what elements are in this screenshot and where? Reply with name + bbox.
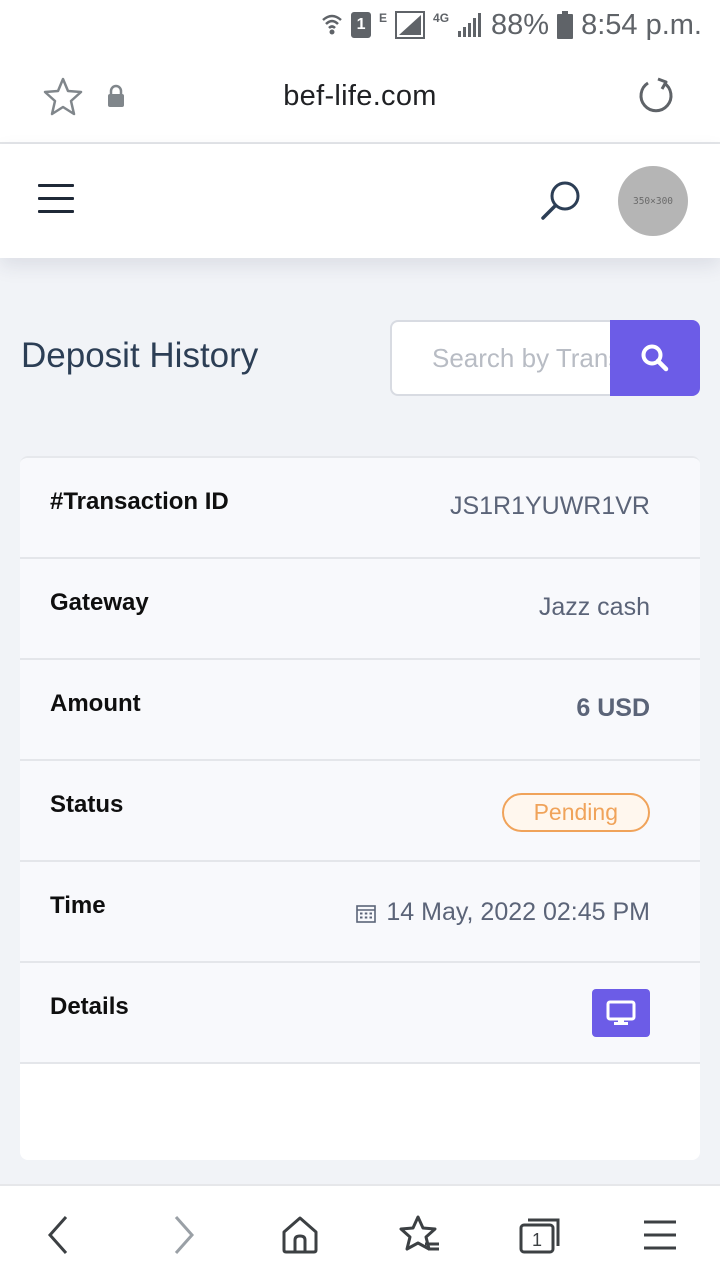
table-row: Amount 6 USD (20, 660, 700, 761)
back-icon[interactable] (44, 1214, 74, 1261)
wifi-call-icon (321, 12, 343, 38)
table-row: #Transaction ID JS1R1YUWR1VR (20, 458, 700, 559)
url-display[interactable]: bef-life.com (0, 80, 720, 113)
status-badge: Pending (501, 793, 650, 832)
search-icon[interactable] (538, 178, 584, 229)
battery-percent: 88% (491, 8, 550, 41)
forward-icon[interactable] (168, 1214, 198, 1261)
tab-count: 1 (532, 1230, 542, 1250)
details-button[interactable] (592, 989, 650, 1037)
site-header: 350×300 (0, 144, 720, 258)
browser-address-bar: bef-life.com (0, 50, 720, 144)
gateway-label: Gateway (50, 589, 149, 616)
search-input[interactable] (390, 320, 610, 396)
battery-icon (557, 11, 574, 39)
monitor-icon (606, 1000, 636, 1025)
time-value-wrap: 14 May, 2022 02:45 PM (356, 898, 650, 927)
transaction-search (390, 320, 700, 396)
amount-label: Amount (50, 690, 141, 717)
table-row: Time 14 May, 2022 02:45 PM (20, 862, 700, 963)
time-value: 14 May, 2022 02:45 PM (386, 898, 650, 926)
table-row: Status Pending (20, 761, 700, 862)
sim-indicator: 1 (351, 12, 372, 38)
network-4g-label: 4G (433, 11, 450, 25)
signal-icon (395, 11, 426, 39)
gateway-value: Jazz cash (538, 593, 650, 621)
status-bar: 1 E 4G 88% 8:54 p.m. (0, 0, 720, 50)
transaction-id-label: #Transaction ID (50, 488, 229, 515)
avatar[interactable]: 350×300 (618, 166, 688, 236)
reload-icon[interactable] (636, 76, 676, 121)
search-button[interactable] (610, 320, 700, 396)
menu-icon[interactable] (642, 1214, 678, 1261)
clock: 8:54 p.m. (581, 8, 702, 41)
browser-bottom-nav: 1 (0, 1184, 720, 1280)
details-label: Details (50, 993, 129, 1020)
amount-value: 6 USD (576, 694, 650, 722)
table-row: Gateway Jazz cash (20, 559, 700, 660)
bookmarks-icon[interactable] (398, 1214, 442, 1261)
signal-bars-icon (457, 13, 483, 37)
hamburger-icon[interactable] (38, 184, 74, 214)
home-icon[interactable] (280, 1214, 320, 1261)
deposit-card: #Transaction ID JS1R1YUWR1VR Gateway Jaz… (20, 456, 700, 1160)
network-e-label: E (379, 11, 388, 25)
status-label: Status (50, 791, 124, 818)
tabs-icon[interactable]: 1 (518, 1214, 562, 1261)
calendar-icon (356, 904, 377, 923)
page-title: Deposit History (21, 336, 259, 375)
search-icon (641, 344, 669, 372)
transaction-id-value: JS1R1YUWR1VR (449, 492, 650, 520)
table-row: Details (20, 963, 700, 1064)
time-label: Time (50, 892, 106, 919)
